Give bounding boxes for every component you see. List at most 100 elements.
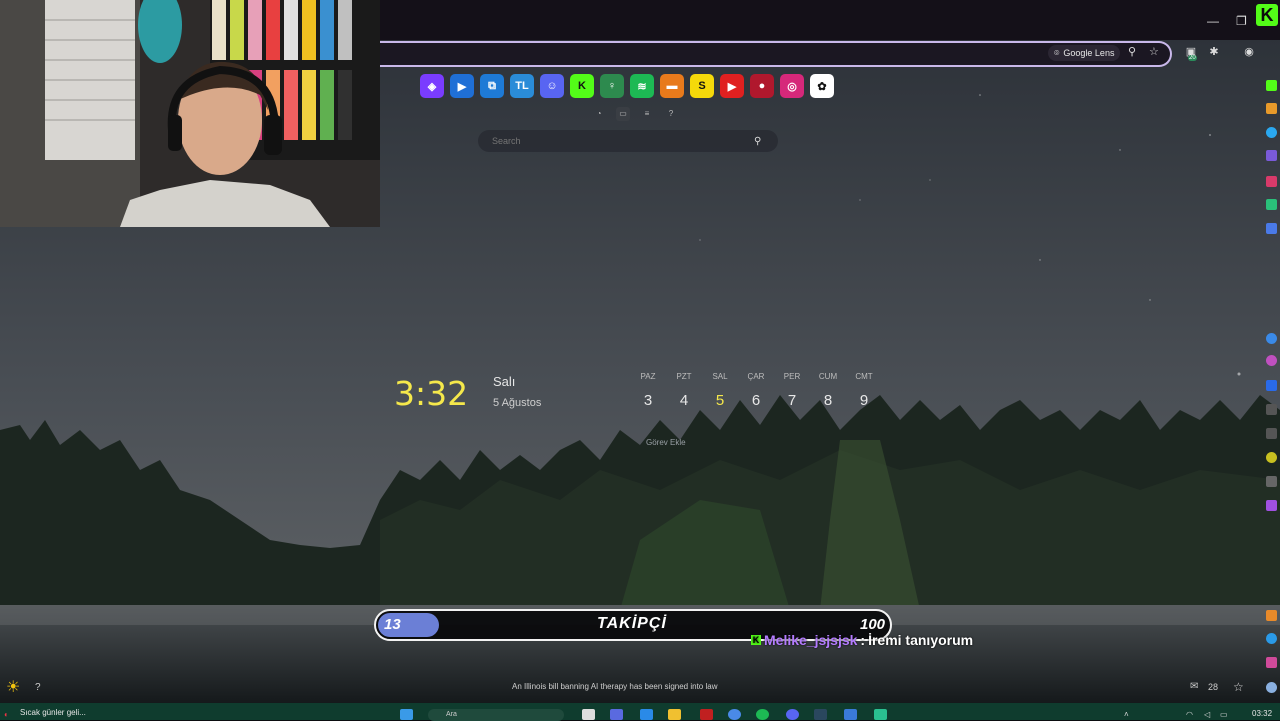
help-icon[interactable]: ? [664, 107, 678, 121]
task-view-icon[interactable] [582, 709, 595, 720]
sidebar-telegram-icon[interactable] [1266, 633, 1277, 644]
add-task-button[interactable]: Görev Ekle [646, 438, 686, 447]
calendar-day[interactable]: SAL 5 [702, 372, 738, 409]
sidebar-chat-icon[interactable] [1266, 452, 1277, 463]
view-mode-icons: ◔ ▭ ≡ ? [592, 107, 678, 121]
store-icon[interactable] [640, 709, 653, 720]
calendar-day-name: ÇAR [747, 372, 765, 381]
news-headline[interactable]: An Illinois bill banning AI therapy has … [512, 682, 717, 691]
shortcut-5-icon[interactable]: ▬ [660, 74, 684, 98]
sidebar-app-icon-3[interactable] [1266, 176, 1277, 187]
sidebar-app-icon-9[interactable] [1266, 657, 1277, 668]
steam-icon[interactable] [814, 709, 827, 720]
calendar-day-number: 7 [787, 392, 797, 409]
clock-time: 3:32 [394, 374, 469, 413]
chat-text: İremi tanıyorum [868, 632, 974, 648]
chat-username: Melike_jsjsjsk [764, 632, 858, 648]
google-lens-button[interactable]: ⌾ Google Lens [1048, 45, 1121, 61]
app-icon-teal[interactable] [874, 709, 887, 720]
calendar-day[interactable]: ÇAR 6 [738, 372, 774, 409]
minimize-button[interactable]: — [1207, 14, 1219, 28]
folder-icon[interactable]: ▭ [616, 107, 630, 121]
tray-chevron-icon[interactable]: ˄ [1124, 710, 1129, 719]
search-icon[interactable]: ⚲ [754, 136, 761, 147]
battery-icon[interactable]: ▭ [1220, 710, 1228, 719]
shortcut-youtube-icon[interactable]: ▶ [720, 74, 744, 98]
calendar-day[interactable]: PAZ 3 [630, 372, 666, 409]
calendar-day-number: 3 [643, 392, 653, 409]
sidebar-app-icon-7[interactable] [1266, 500, 1277, 511]
shortcut-dolap-icon[interactable]: ♀ [600, 74, 624, 98]
help-icon[interactable]: ? [35, 682, 41, 693]
chrome-icon[interactable] [728, 709, 741, 720]
teams-icon[interactable] [610, 709, 623, 720]
app-icon-red[interactable] [700, 709, 713, 720]
shortcut-2-icon[interactable]: ▶ [450, 74, 474, 98]
shortcut-spotify-icon[interactable]: ≋ [630, 74, 654, 98]
sidebar-app-icon-2[interactable] [1266, 150, 1277, 161]
follower-current: 13 [384, 616, 401, 633]
volume-icon[interactable]: ◁ [1204, 710, 1210, 719]
profile-avatar-icon[interactable]: ◉ [1242, 45, 1256, 59]
shortcut-instagram-icon[interactable]: ◎ [780, 74, 804, 98]
sidebar-app-icon[interactable] [1266, 103, 1277, 114]
shortcut-s-icon[interactable]: S [690, 74, 714, 98]
calendar-day-name: PER [783, 372, 801, 381]
shortcut-kick-icon[interactable]: K [570, 74, 594, 98]
lens-icon: ⌾ [1054, 47, 1060, 58]
wifi-icon[interactable]: ◠ [1186, 710, 1193, 719]
calendar-day[interactable]: PER 7 [774, 372, 810, 409]
taskbar-search[interactable]: Ara [428, 709, 564, 721]
shortcut-1-icon[interactable]: ◈ [420, 74, 444, 98]
sidebar-app-icon-4[interactable] [1266, 199, 1277, 210]
shortcut-6-icon[interactable]: ● [750, 74, 774, 98]
calendar-day[interactable]: PZT 4 [666, 372, 702, 409]
taskbar-weather-text[interactable]: Sıcak günler geli... [20, 708, 86, 717]
maximize-button[interactable]: ❐ [1236, 14, 1247, 28]
weather-taskbar-icon[interactable]: ◐ [4, 710, 9, 719]
calendar-day[interactable]: CUM 8 [810, 372, 846, 409]
taskbar-clock[interactable]: 03:32 [1252, 709, 1272, 718]
weather-sun-icon[interactable]: ☀ [6, 677, 20, 697]
shortcut-chatgpt-icon[interactable]: ✿ [810, 74, 834, 98]
settings-sliders-icon[interactable]: ≡ [640, 107, 654, 121]
search-input[interactable] [490, 135, 754, 147]
clock-day: Salı [493, 374, 516, 389]
calendar-day-number: 4 [679, 392, 689, 409]
week-calendar: PAZ 3 PZT 4 SAL 5 ÇAR 6 PER 7 CUM 8 CMT 9 [630, 372, 882, 409]
chat-message: K Melike_jsjsjsk : İremi tanıyorum [751, 632, 973, 648]
sidebar-translate-icon[interactable] [1266, 404, 1277, 415]
discord-taskbar-icon[interactable] [786, 709, 799, 720]
bookmark-star-icon[interactable]: ☆ [1149, 45, 1159, 58]
zoom-icon[interactable]: ⚲ [1128, 45, 1136, 58]
extensions-puzzle-icon[interactable]: ✱ [1207, 45, 1221, 59]
sidebar-search-icon[interactable] [1266, 127, 1277, 138]
extension-badge: 20 [1188, 55, 1197, 61]
calendar-day-name: SAL [712, 372, 728, 381]
follower-label: TAKİPÇİ [597, 615, 667, 632]
windows-start-icon[interactable] [400, 709, 413, 720]
calendar-day-name: PAZ [640, 372, 656, 381]
history-icon[interactable]: ◔ [592, 107, 606, 121]
app-icon-blue[interactable] [844, 709, 857, 720]
spotify-taskbar-icon[interactable] [756, 709, 769, 720]
sidebar-dot-icon[interactable] [1266, 355, 1277, 366]
sidebar-kick-icon[interactable] [1266, 80, 1277, 91]
file-explorer-icon[interactable] [668, 709, 681, 720]
shortcut-3-icon[interactable]: ⧉ [480, 74, 504, 98]
favorite-star-icon[interactable]: ☆ [1233, 680, 1244, 694]
sidebar-settings-icon[interactable] [1266, 682, 1277, 693]
sidebar-app-icon-6[interactable] [1266, 476, 1277, 487]
sidebar-check-icon[interactable] [1266, 333, 1277, 344]
sidebar-app-icon-5[interactable] [1266, 223, 1277, 234]
sidebar-pen-icon[interactable] [1266, 428, 1277, 439]
shortcut-discord-icon[interactable]: ☺ [540, 74, 564, 98]
calendar-day-name: CMT [855, 372, 873, 381]
mail-icon[interactable]: ✉ [1190, 681, 1198, 692]
kick-logo-icon: K [1256, 4, 1278, 26]
sidebar-app-icon-8[interactable] [1266, 610, 1277, 621]
shortcut-bar: ◈ ▶ ⧉ TL ☺ K ♀ ≋ ▬ S ▶ ● ◎ ✿ [420, 74, 834, 98]
shortcut-tl-icon[interactable]: TL [510, 74, 534, 98]
calendar-day[interactable]: CMT 9 [846, 372, 882, 409]
sidebar-add-icon[interactable] [1266, 380, 1277, 391]
